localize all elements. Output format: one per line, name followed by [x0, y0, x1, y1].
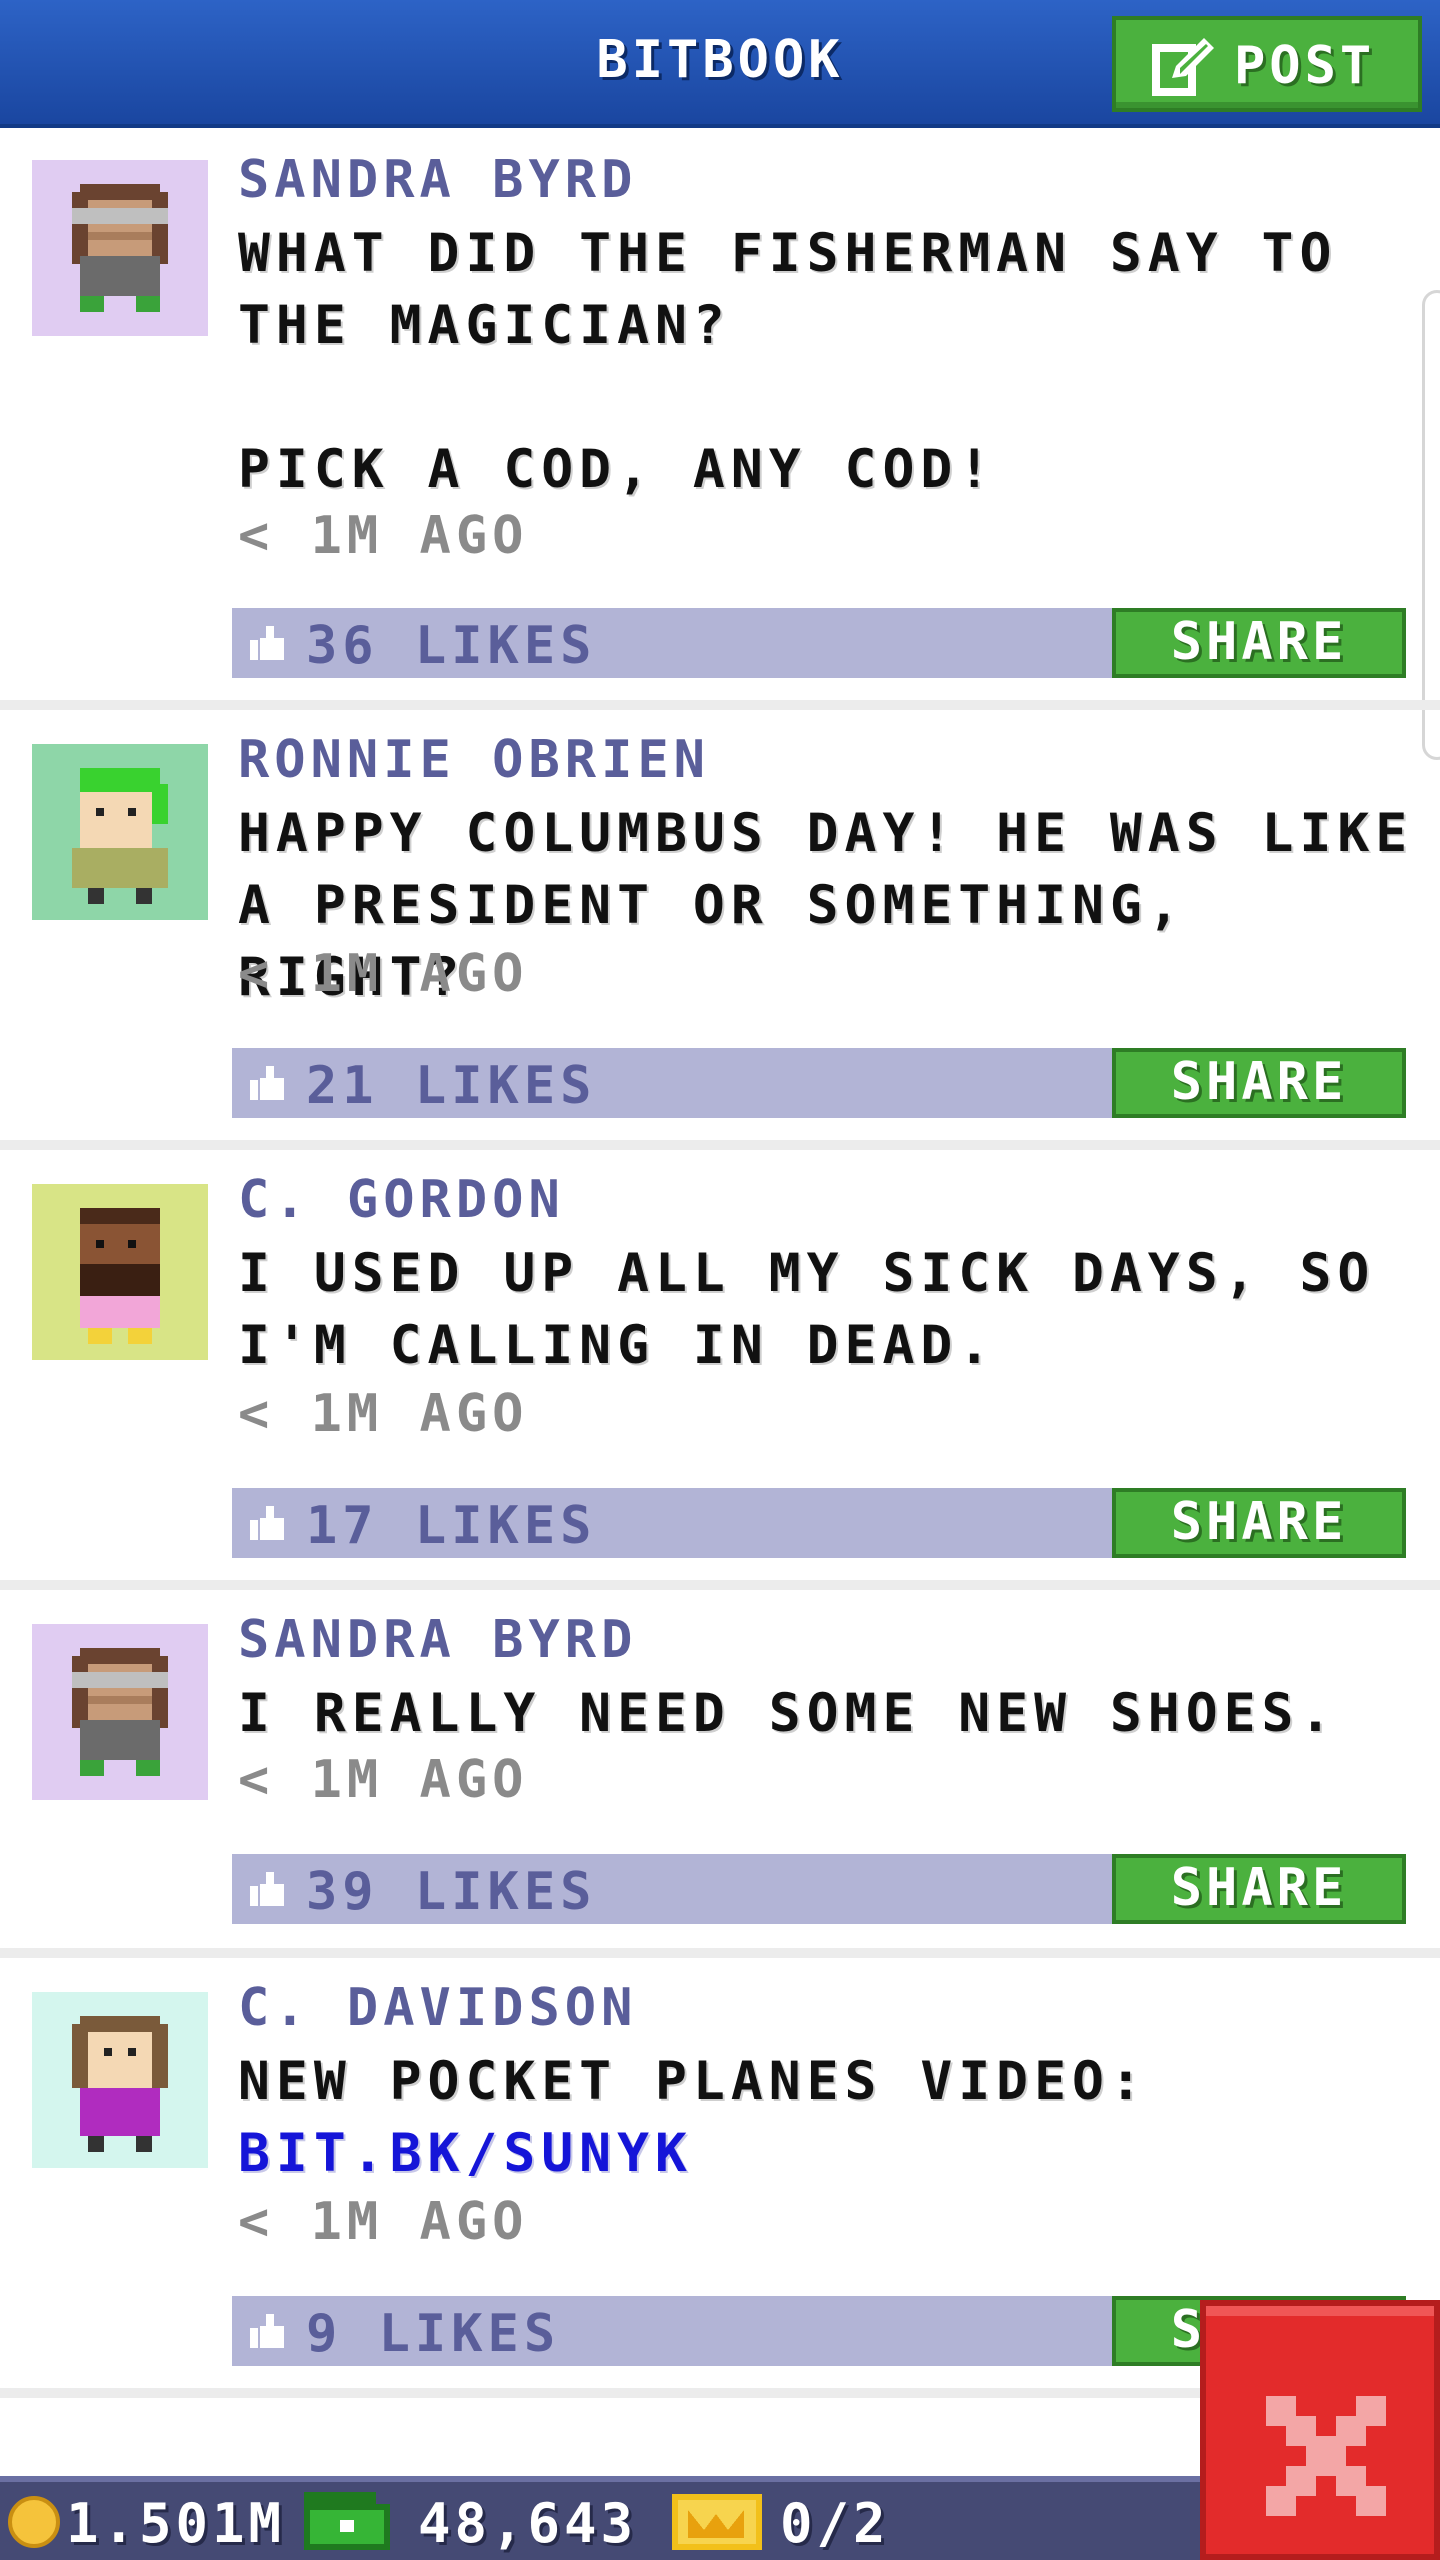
like-count: 17 LIKES — [306, 1496, 597, 1556]
bux-icon — [304, 2492, 390, 2550]
share-button[interactable]: SHARE — [1112, 1854, 1406, 1924]
avatar — [32, 1184, 208, 1360]
post-text: NEW POCKET PLANES VIDEO: BIT.BK/SUNYK — [238, 2046, 1418, 2190]
thumbs-up-icon — [250, 626, 284, 660]
avatar — [32, 160, 208, 336]
post-time: < 1M AGO — [238, 1384, 529, 1444]
avatar-man-beard-icon — [32, 1184, 208, 1360]
feed-post: C. GORDON I USED UP ALL MY SICK DAYS, SO… — [0, 1150, 1440, 1590]
app-header: BITBOOK POST — [0, 0, 1440, 128]
avatar-woman-glasses-icon — [32, 160, 208, 336]
post-text-body: NEW POCKET PLANES VIDEO: — [238, 2051, 1148, 2112]
avatar-woman-purple-icon — [32, 1992, 208, 2168]
post-time: < 1M AGO — [238, 506, 529, 566]
like-bar[interactable]: 39 LIKES SHARE — [232, 1854, 1406, 1924]
post-text: I REALLY NEED SOME NEW SHOES. — [238, 1683, 1338, 1744]
share-button[interactable]: SHARE — [1112, 1048, 1406, 1118]
like-bar[interactable]: 21 LIKES SHARE — [232, 1048, 1406, 1118]
post-time: < 1M AGO — [238, 944, 529, 1004]
thumbs-up-icon — [250, 1506, 284, 1540]
post-author[interactable]: C. DAVIDSON — [238, 1978, 637, 2038]
post-text: I USED UP ALL MY SICK DAYS, SO I'M CALLI… — [238, 1243, 1376, 1376]
feed-post: RONNIE OBRIEN HAPPY COLUMBUS DAY! HE WAS… — [0, 710, 1440, 1150]
like-count: 39 LIKES — [306, 1862, 597, 1922]
avatar — [32, 744, 208, 920]
like-count: 9 LIKES — [306, 2304, 561, 2364]
close-button[interactable] — [1200, 2300, 1440, 2560]
feed-post: SANDRA BYRD I REALLY NEED SOME NEW SHOES… — [0, 1590, 1440, 1958]
like-bar[interactable]: 36 LIKES SHARE — [232, 608, 1406, 678]
like-count: 21 LIKES — [306, 1056, 597, 1116]
post-author[interactable]: SANDRA BYRD — [238, 150, 637, 210]
share-button[interactable]: SHARE — [1112, 608, 1406, 678]
thumbs-up-icon — [250, 1066, 284, 1100]
post-author[interactable]: SANDRA BYRD — [238, 1610, 637, 1670]
coin-count: 1.501M — [66, 2492, 286, 2555]
ticket-count: 0/2 — [780, 2492, 890, 2555]
post-time: < 1M AGO — [238, 2192, 529, 2252]
post-button-label: POST — [1234, 36, 1376, 96]
post-text: WHAT DID THE FISHERMAN SAY TO THE MAGICI… — [238, 223, 1338, 500]
avatar-woman-glasses-icon — [32, 1624, 208, 1800]
like-bar[interactable]: 17 LIKES SHARE — [232, 1488, 1406, 1558]
avatar — [32, 1624, 208, 1800]
post-author[interactable]: RONNIE OBRIEN — [238, 730, 710, 790]
coin-icon — [8, 2496, 60, 2548]
share-button[interactable]: SHARE — [1112, 1488, 1406, 1558]
avatar — [32, 1992, 208, 2168]
post-link[interactable]: BIT.BK/SUNYK — [238, 2123, 693, 2184]
thumbs-up-icon — [250, 1872, 284, 1906]
post-author[interactable]: C. GORDON — [238, 1170, 565, 1230]
avatar-man-green-hair-icon — [32, 744, 208, 920]
feed-post: SANDRA BYRD WHAT DID THE FISHERMAN SAY T… — [0, 132, 1440, 710]
close-icon — [1266, 2396, 1386, 2516]
like-count: 36 LIKES — [306, 616, 597, 676]
compose-icon — [1152, 38, 1214, 96]
post-time: < 1M AGO — [238, 1750, 529, 1810]
vip-ticket-icon — [672, 2494, 762, 2550]
bux-count: 48,643 — [418, 2492, 638, 2555]
thumbs-up-icon — [250, 2314, 284, 2348]
post-button[interactable]: POST — [1112, 16, 1422, 112]
